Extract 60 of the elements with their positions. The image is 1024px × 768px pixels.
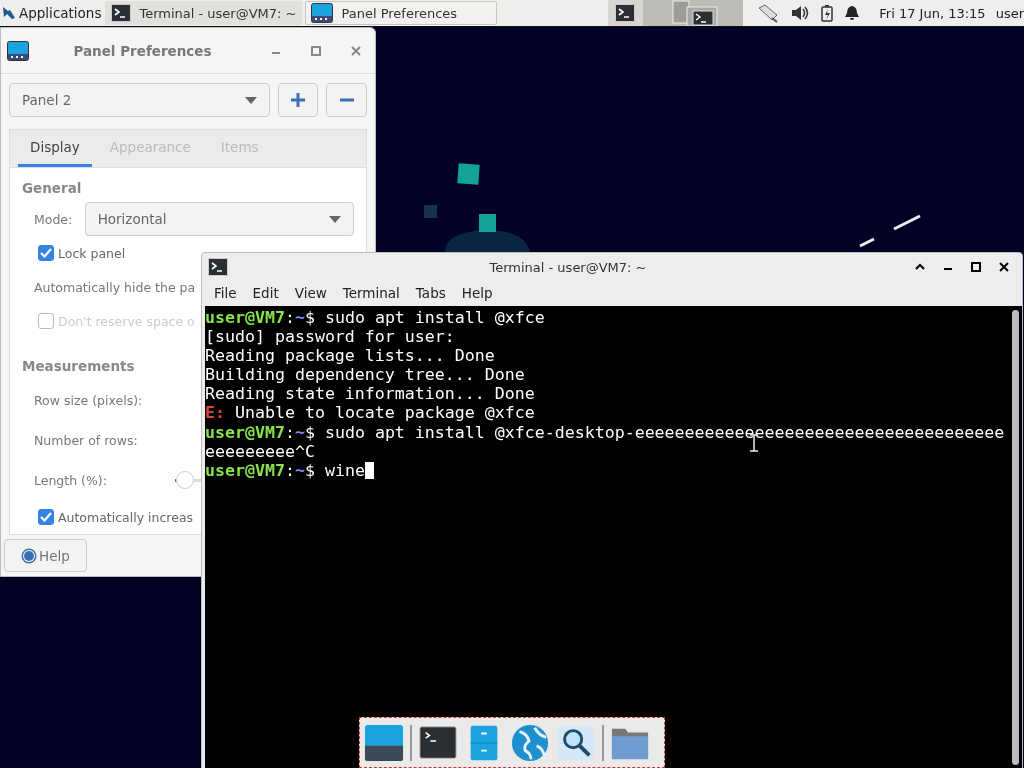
- workspace-button[interactable]: [642, 0, 744, 26]
- tab[interactable]: Display: [18, 130, 92, 167]
- add-button[interactable]: [277, 83, 319, 117]
- field-label: Row size (pixels):: [34, 392, 143, 408]
- terminal-line: Building dependency tree... Done: [205, 365, 525, 385]
- panel-icon: [311, 3, 334, 23]
- panel-icon: [7, 40, 29, 61]
- caret-icon: [244, 96, 257, 104]
- globe-icon[interactable]: [510, 722, 550, 763]
- menu-item[interactable]: Tabs: [407, 285, 454, 301]
- length-slider[interactable]: [172, 470, 201, 490]
- help-button[interactable]: Help: [4, 539, 87, 572]
- mode-dropdown[interactable]: Horizontal: [84, 202, 354, 236]
- menu-item[interactable]: Edit: [244, 285, 287, 301]
- terminal-line: user@VM7:~$ wine: [205, 460, 374, 480]
- workspace-button[interactable]: [607, 0, 643, 26]
- taskbar-button[interactable]: Panel Preferences: [305, 1, 497, 25]
- clock[interactable]: Fri 17 Jun, 13:15: [879, 5, 986, 21]
- menu-item[interactable]: View: [286, 285, 335, 301]
- terminal-line: user@VM7:~$ sudo apt install @xfce: [205, 308, 545, 328]
- menu-item[interactable]: File: [206, 285, 245, 301]
- field-label: Mode:: [34, 211, 74, 227]
- show-desktop-icon[interactable]: [364, 722, 404, 763]
- field-label: Length (%):: [34, 472, 107, 488]
- terminal-line: [sudo] password for user:: [205, 327, 455, 347]
- faint-square: [424, 205, 437, 218]
- taskbar-button[interactable]: Terminal - user@VM7: ~: [105, 1, 303, 25]
- panel-dropdown[interactable]: Panel 2: [9, 83, 270, 117]
- terminal-line: Reading state information... Done: [205, 384, 535, 404]
- terminal-line: E: Unable to locate package @xfce: [205, 403, 535, 423]
- terminal-line: eeeeeeeee^C: [205, 441, 315, 461]
- user-menu[interactable]: user: [995, 5, 1024, 21]
- terminal-icon: [615, 4, 636, 22]
- applications-menu[interactable]: Applications: [0, 0, 106, 26]
- checkbox[interactable]: [38, 245, 54, 261]
- field-label: Number of rows:: [34, 432, 138, 448]
- window-title: Terminal - user@VM7: ~: [488, 259, 648, 275]
- section-heading: Measurements: [22, 358, 136, 374]
- terminal-icon: [111, 4, 132, 22]
- bell-icon[interactable]: [845, 5, 860, 21]
- menu-item[interactable]: Help: [453, 285, 501, 301]
- battery-icon[interactable]: [821, 4, 834, 22]
- network-icon[interactable]: [757, 3, 780, 23]
- terminal-icon: [208, 258, 228, 276]
- terminal-line: Reading package lists... Done: [205, 346, 495, 366]
- window-title: Panel Preferences: [72, 42, 213, 59]
- field-label: Automatically hide the pa: [34, 279, 196, 295]
- light-streak: [859, 237, 875, 248]
- checkbox-label: Automatically increas: [58, 509, 194, 525]
- caret-icon: [329, 215, 341, 223]
- checkbox-label: Lock panel: [58, 245, 126, 261]
- terminal-line: user@VM7:~$ sudo apt install @xfce-desktop-eeeeeeeeeeeeeeeeeeeeeeeeeeeeeeeeeeeee: [205, 422, 1005, 442]
- volume-icon[interactable]: [791, 5, 810, 21]
- section-heading: General: [22, 180, 83, 196]
- light-streak: [893, 214, 921, 231]
- menu-item[interactable]: Terminal: [334, 285, 408, 301]
- plus-icon: [289, 92, 306, 108]
- scrollbar[interactable]: [1011, 310, 1019, 765]
- help-icon: [21, 547, 37, 564]
- checkbox[interactable]: [38, 509, 54, 525]
